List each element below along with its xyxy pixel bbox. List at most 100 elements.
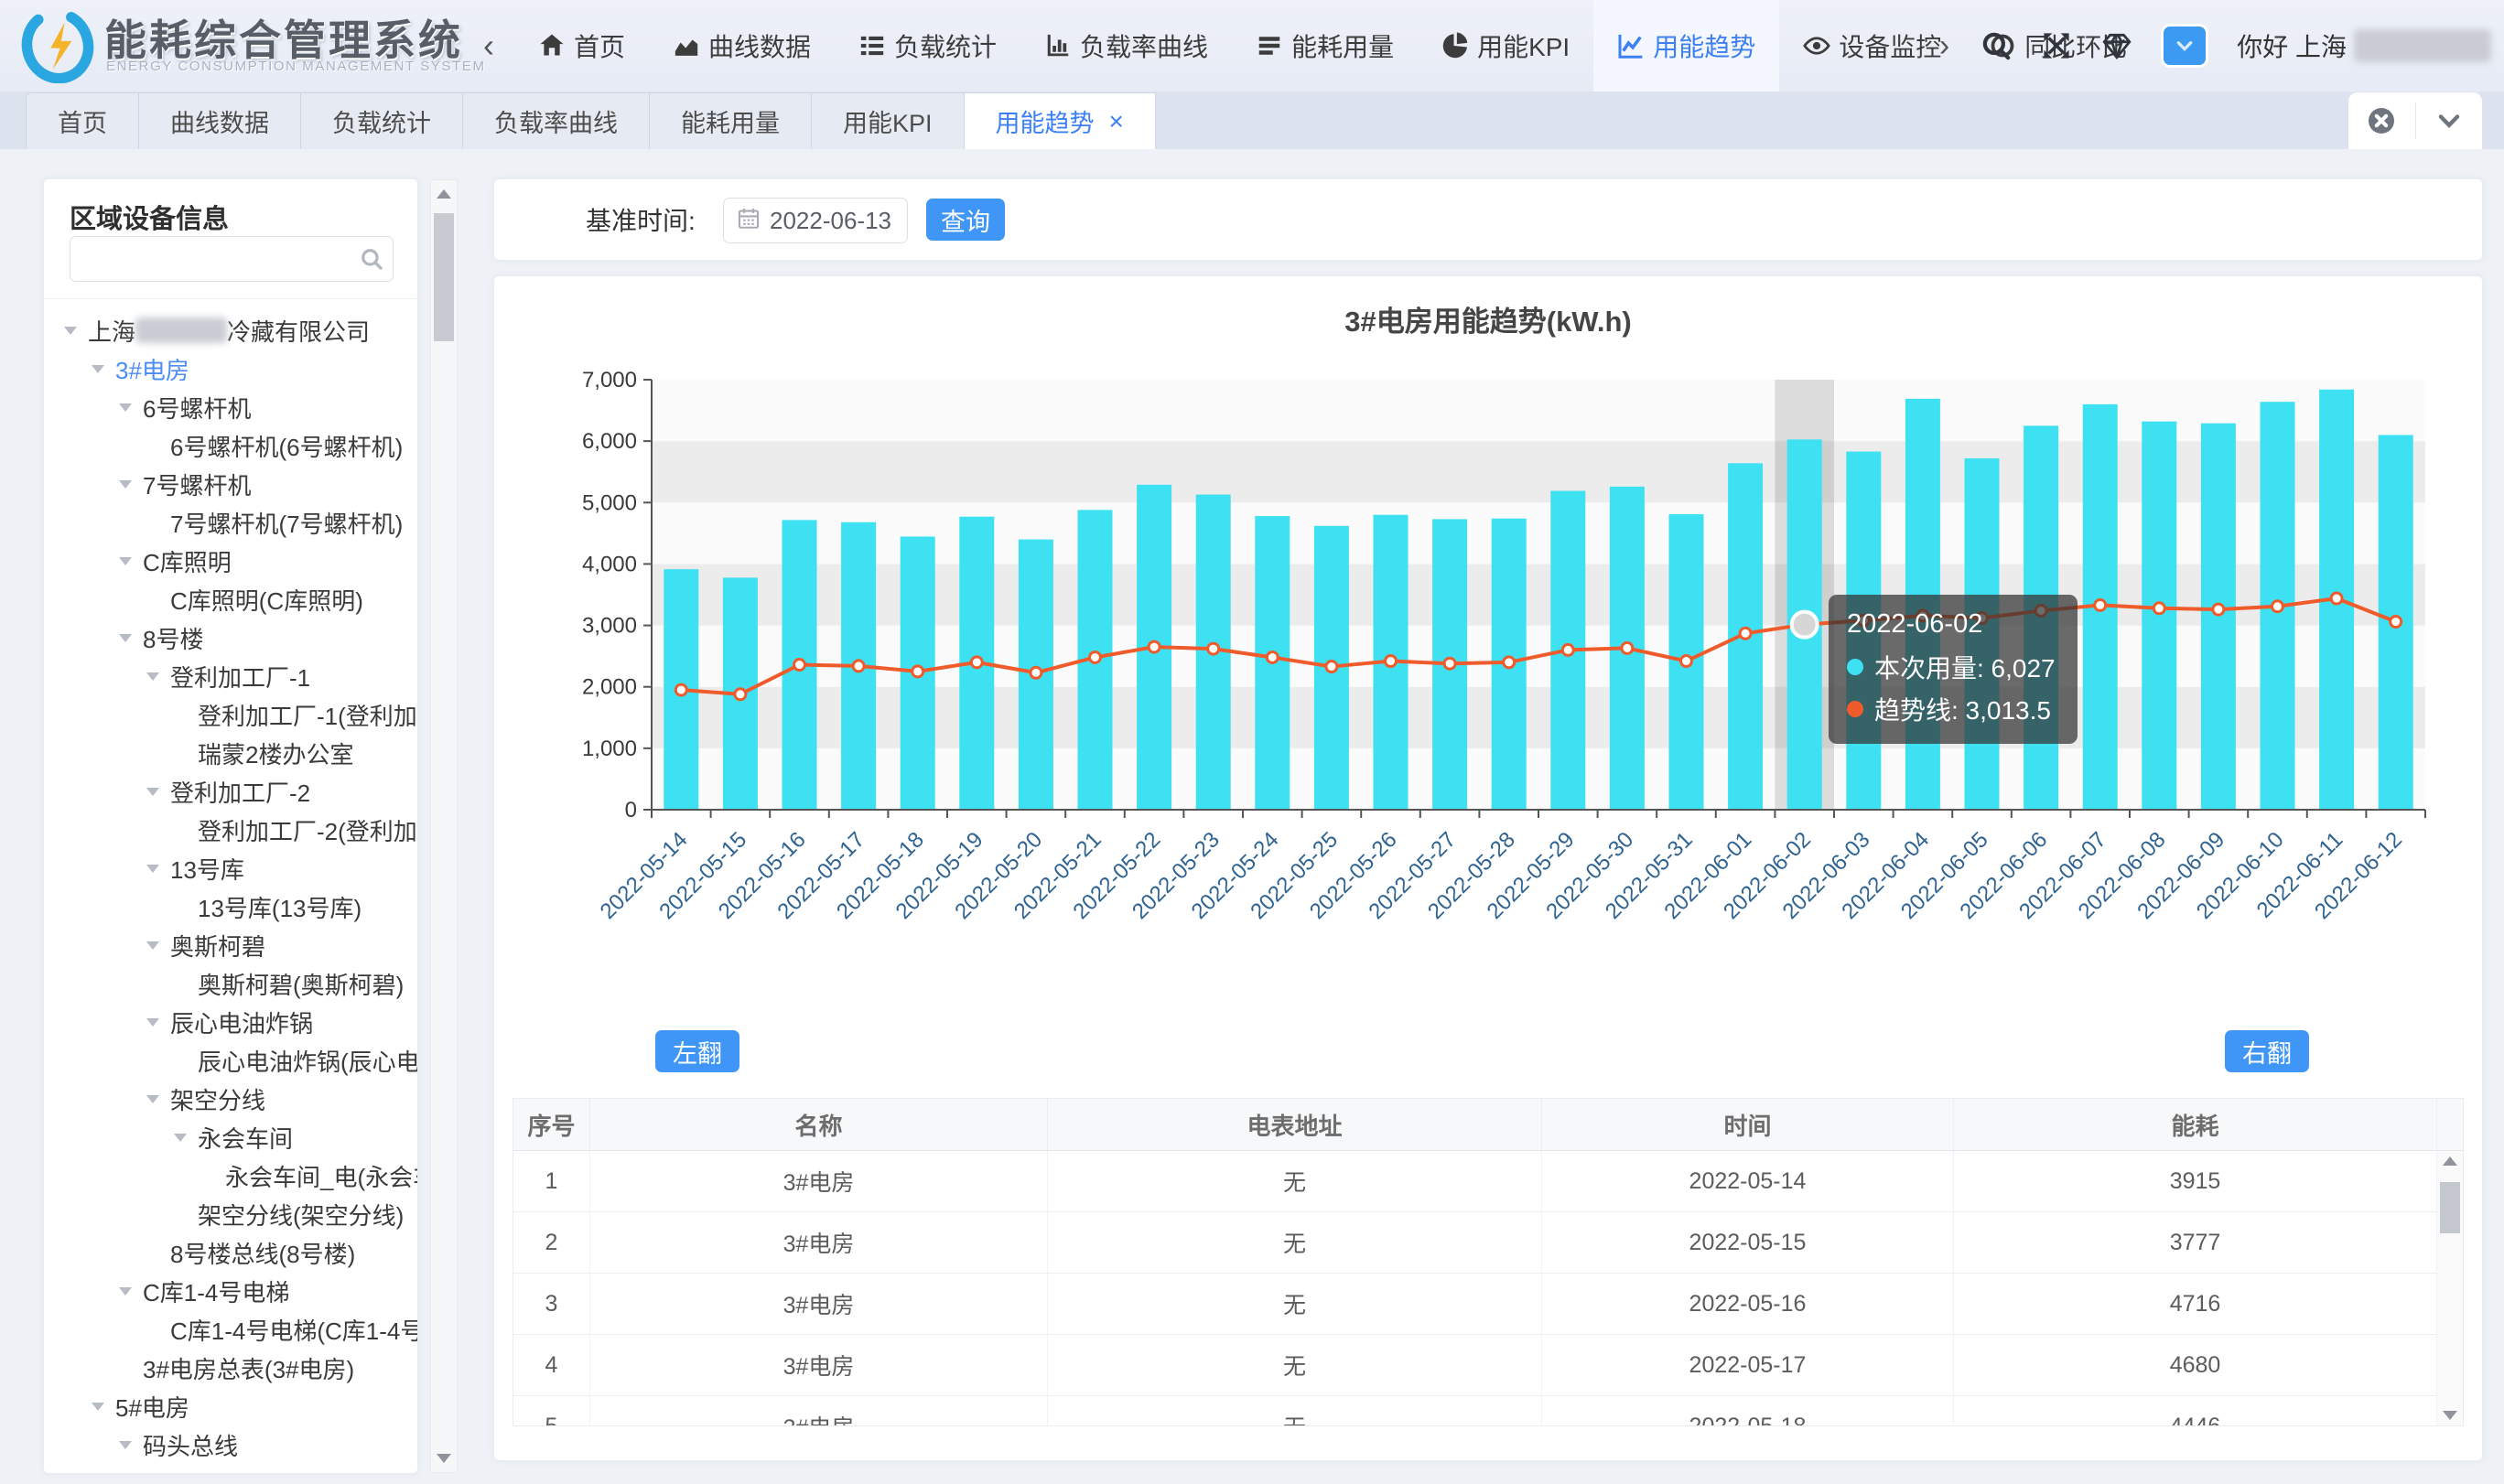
tree-node-21[interactable]: 架空分线 (44, 1080, 417, 1118)
tree-caret-icon[interactable] (119, 403, 143, 412)
tree-caret-icon[interactable] (146, 1095, 170, 1103)
tree-node-1[interactable]: 上海冷藏有限公司 (44, 311, 417, 349)
tree-node-label: 5#电房 (115, 1390, 189, 1424)
tree-node-28[interactable]: 3#电房总表(3#电房) (44, 1349, 417, 1387)
user-dropdown-button[interactable] (2164, 27, 2206, 65)
nav-item-5[interactable]: 能耗用量 (1232, 0, 1418, 91)
tab-3[interactable]: 负载统计 (301, 92, 463, 149)
tree-node-29[interactable]: 5#电房 (44, 1387, 417, 1425)
sidebar-scrollbar[interactable] (430, 179, 458, 1473)
tree-node-10[interactable]: 登利加工厂-1 (44, 657, 417, 695)
tab-list-button[interactable] (2415, 102, 2483, 139)
tree-node-25[interactable]: 8号楼总线(8号楼) (44, 1233, 417, 1272)
tree-caret-icon[interactable] (146, 941, 170, 950)
energy-table: 序号名称电表地址时间能耗 13#电房无2022-05-14391523#电房无2… (513, 1098, 2464, 1426)
svg-text:2,000: 2,000 (582, 675, 637, 700)
tree-caret-icon[interactable] (146, 1018, 170, 1027)
tree-node-17[interactable]: 奥斯柯碧 (44, 926, 417, 964)
tab-5[interactable]: 能耗用量 (650, 92, 812, 149)
tree-node-3[interactable]: 6号螺杆机 (44, 388, 417, 426)
tree-node-15[interactable]: 13号库 (44, 849, 417, 887)
nav-forward-arrow[interactable]: › (1939, 28, 1949, 64)
tree-node-14[interactable]: 登利加工厂-2(登利加工厂-2) (44, 811, 417, 849)
tree-caret-icon[interactable] (119, 1441, 143, 1449)
tree-node-31[interactable]: 同月码头堆场 (44, 1464, 417, 1473)
tree-node-9[interactable]: 8号楼 (44, 618, 417, 657)
tab-close-icon[interactable]: × (1109, 107, 1124, 136)
table-scrollbar[interactable] (2437, 1151, 2463, 1425)
tree-caret-icon[interactable] (119, 557, 143, 565)
close-all-tabs-button[interactable] (2348, 102, 2415, 139)
tab-1[interactable]: 首页 (26, 92, 139, 149)
nav-item-6[interactable]: 用能KPI (1418, 0, 1593, 91)
tree-node-18[interactable]: 奥斯柯碧(奥斯柯碧) (44, 964, 417, 1003)
tree-caret-icon[interactable] (119, 480, 143, 489)
tree-node-4[interactable]: 6号螺杆机(6号螺杆机) (44, 426, 417, 465)
tab-2[interactable]: 曲线数据 (139, 92, 301, 149)
tree-node-11[interactable]: 登利加工厂-1(登利加工厂-1) (44, 695, 417, 734)
nav-back-arrow[interactable]: ‹ (476, 0, 502, 91)
tree-caret-icon[interactable] (119, 634, 143, 642)
tree-node-22[interactable]: 永会车间 (44, 1118, 417, 1156)
redacted-username (2354, 29, 2491, 62)
tree-node-12[interactable]: 瑞蒙2楼办公室 (44, 734, 417, 772)
tree-node-8[interactable]: C库照明(C库照明) (44, 580, 417, 618)
svg-text:0: 0 (625, 798, 637, 823)
tree-node-27[interactable]: C库1-4号电梯(C库1-4号电梯) (44, 1310, 417, 1349)
tab-7[interactable]: 用能趋势× (965, 92, 1156, 149)
base-time-label: 基准时间: (586, 179, 696, 260)
tree-node-19[interactable]: 辰心电油炸锅 (44, 1003, 417, 1041)
fullscreen-button[interactable] (2041, 30, 2072, 61)
tree-search-input[interactable] (83, 241, 352, 277)
tab-4[interactable]: 负载率曲线 (463, 92, 650, 149)
scroll-up-icon[interactable] (437, 189, 451, 199)
tree-caret-icon[interactable] (146, 788, 170, 796)
tree-node-30[interactable]: 码头总线 (44, 1425, 417, 1464)
tree-caret-icon[interactable] (119, 1287, 143, 1296)
nav-item-8[interactable]: 设备监控 (1779, 0, 1965, 91)
table-header-cell: 序号 (513, 1099, 590, 1150)
tree-node-26[interactable]: C库1-4号电梯 (44, 1272, 417, 1310)
tree-node-2[interactable]: 3#电房 (44, 349, 417, 388)
scroll-down-icon[interactable] (437, 1454, 451, 1463)
tree-node-16[interactable]: 13号库(13号库) (44, 887, 417, 926)
nav-item-3[interactable]: 负载统计 (835, 0, 1020, 91)
tree-node-7[interactable]: C库照明 (44, 542, 417, 580)
energy-trend-chart[interactable]: 01,0002,0003,0004,0005,0006,0007,0002022… (494, 276, 2482, 953)
user-greeting[interactable]: 你好 上海 (2237, 27, 2491, 64)
scrollbar-thumb[interactable] (434, 213, 454, 341)
nav-item-2[interactable]: 曲线数据 (649, 0, 835, 91)
tree-caret-icon[interactable] (64, 327, 88, 335)
page-left-button[interactable]: 左翻 (655, 1030, 739, 1072)
tree-node-6[interactable]: 7号螺杆机(7号螺杆机) (44, 503, 417, 542)
scroll-up-icon[interactable] (2443, 1156, 2457, 1166)
table-cell: 2022-05-14 (1542, 1151, 1954, 1211)
curve-data-icon (673, 32, 700, 59)
tab-6[interactable]: 用能KPI (812, 92, 965, 149)
nav-item-7[interactable]: 用能趋势 (1593, 0, 1779, 91)
tree-node-13[interactable]: 登利加工厂-2 (44, 772, 417, 811)
monitor-icon (1803, 32, 1830, 59)
scroll-down-icon[interactable] (2443, 1411, 2457, 1420)
table-header-cell: 名称 (590, 1099, 1048, 1150)
page-right-button[interactable]: 右翻 (2225, 1030, 2309, 1072)
date-picker-input[interactable]: 2022-06-13 (723, 198, 908, 243)
nav-item-4[interactable]: 负载率曲线 (1020, 0, 1232, 91)
filter-card: 基准时间: 2022-06-13 查询 (494, 179, 2482, 260)
search-button[interactable] (1981, 30, 2012, 61)
tree-caret-icon[interactable] (146, 865, 170, 873)
gem-button[interactable] (2101, 30, 2132, 61)
tree-node-23[interactable]: 永会车间_电(永会车间) (44, 1156, 417, 1195)
scrollbar-thumb[interactable] (2440, 1182, 2460, 1233)
tree-caret-icon[interactable] (92, 365, 115, 373)
nav-item-1[interactable]: 首页 (514, 0, 649, 91)
tree-node-5[interactable]: 7号螺杆机 (44, 465, 417, 503)
tree-caret-icon[interactable] (146, 672, 170, 681)
tab-controls (2348, 92, 2482, 149)
tree-caret-icon[interactable] (174, 1134, 198, 1142)
tree-caret-icon[interactable] (92, 1403, 115, 1411)
query-button[interactable]: 查询 (926, 199, 1005, 241)
app-header: 能耗综合管理系统 ENERGY CONSUMPTION MANAGEMENT S… (0, 0, 2504, 92)
tree-node-20[interactable]: 辰心电油炸锅(辰心电油炸锅) (44, 1041, 417, 1080)
tree-node-24[interactable]: 架空分线(架空分线) (44, 1195, 417, 1233)
